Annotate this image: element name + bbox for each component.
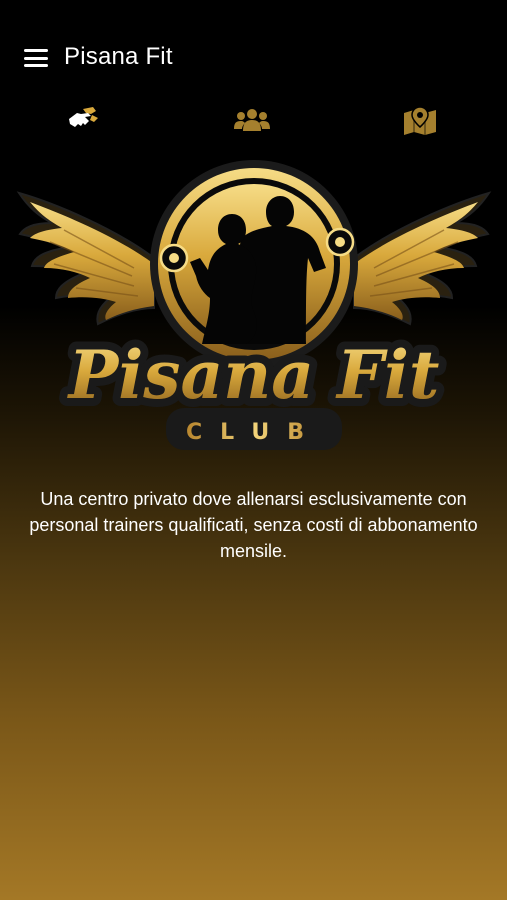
users-group-icon [234,109,270,131]
tab-about[interactable] [54,96,114,144]
app-title: Pisana Fit [64,43,173,70]
map-location-icon [404,106,436,135]
club-logo: Pisana Fit Pisana Fit CLUB [14,158,494,458]
tab-location[interactable] [390,96,450,144]
right-wing [353,191,492,326]
app-bar: Pisana Fit [0,0,507,92]
handshake-icon [69,107,98,127]
club-description: Una centro privato dove allenarsi esclus… [29,489,478,561]
left-wing [16,191,155,326]
logo-tagline: CLUB [186,420,322,445]
menu-button[interactable] [18,40,54,76]
logo-brand: Pisana Fit [67,336,440,414]
tab-bar [0,96,507,144]
hamburger-menu-icon [24,49,48,67]
logo-text: Pisana Fit Pisana Fit CLUB [59,328,447,450]
tab-trainers[interactable] [222,96,282,144]
